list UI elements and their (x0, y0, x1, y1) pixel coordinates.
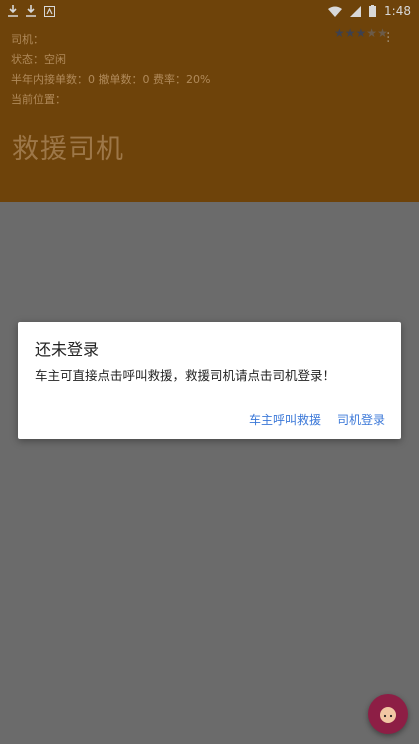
login-dialog: 还未登录 车主可直接点击呼叫救援，救援司机请点击司机登录！ 车主呼叫救援 司机登… (18, 322, 401, 439)
dialog-actions: 车主呼叫救援 司机登录 (249, 411, 385, 428)
star-icon: ★ (334, 26, 345, 40)
driver-info: 司机： 状态：空闲 半年内接单数：0 撤单数：0 费率：20% 当前位置： (11, 30, 210, 110)
battery-icon (369, 5, 377, 17)
download-icon (8, 5, 18, 17)
rating-stars: ★★★★★ (334, 26, 388, 40)
dialog-message: 车主可直接点击呼叫救援，救援司机请点击司机登录！ (35, 368, 336, 383)
download-icon (26, 5, 36, 17)
app-notification-icon (44, 5, 55, 17)
star-icon: ★ (366, 26, 378, 40)
stats-line: 半年内接单数：0 撤单数：0 费率：20% (11, 73, 211, 86)
driver-label: 司机： (11, 33, 44, 46)
overflow-menu-icon[interactable]: · · · (386, 27, 390, 49)
wifi-icon (328, 6, 343, 17)
status-time: 1:48 (384, 4, 411, 18)
header: 司机： 状态：空闲 半年内接单数：0 撤单数：0 费率：20% 当前位置： 救援… (0, 0, 419, 202)
avatar-face-icon (380, 707, 396, 723)
location-line: 当前位置： (11, 93, 66, 106)
status-bar: 1:48 (0, 0, 419, 22)
star-icon: ★ (344, 26, 356, 40)
owner-call-rescue-button[interactable]: 车主呼叫救援 (249, 411, 321, 428)
status-line: 状态：空闲 (11, 53, 66, 66)
star-icon: ★ (355, 26, 367, 40)
page-title: 救援司机 (12, 134, 124, 165)
signal-icon (350, 5, 362, 17)
driver-login-button[interactable]: 司机登录 (337, 411, 385, 428)
fab-avatar-button[interactable] (368, 694, 408, 734)
dialog-title: 还未登录 (35, 340, 100, 359)
